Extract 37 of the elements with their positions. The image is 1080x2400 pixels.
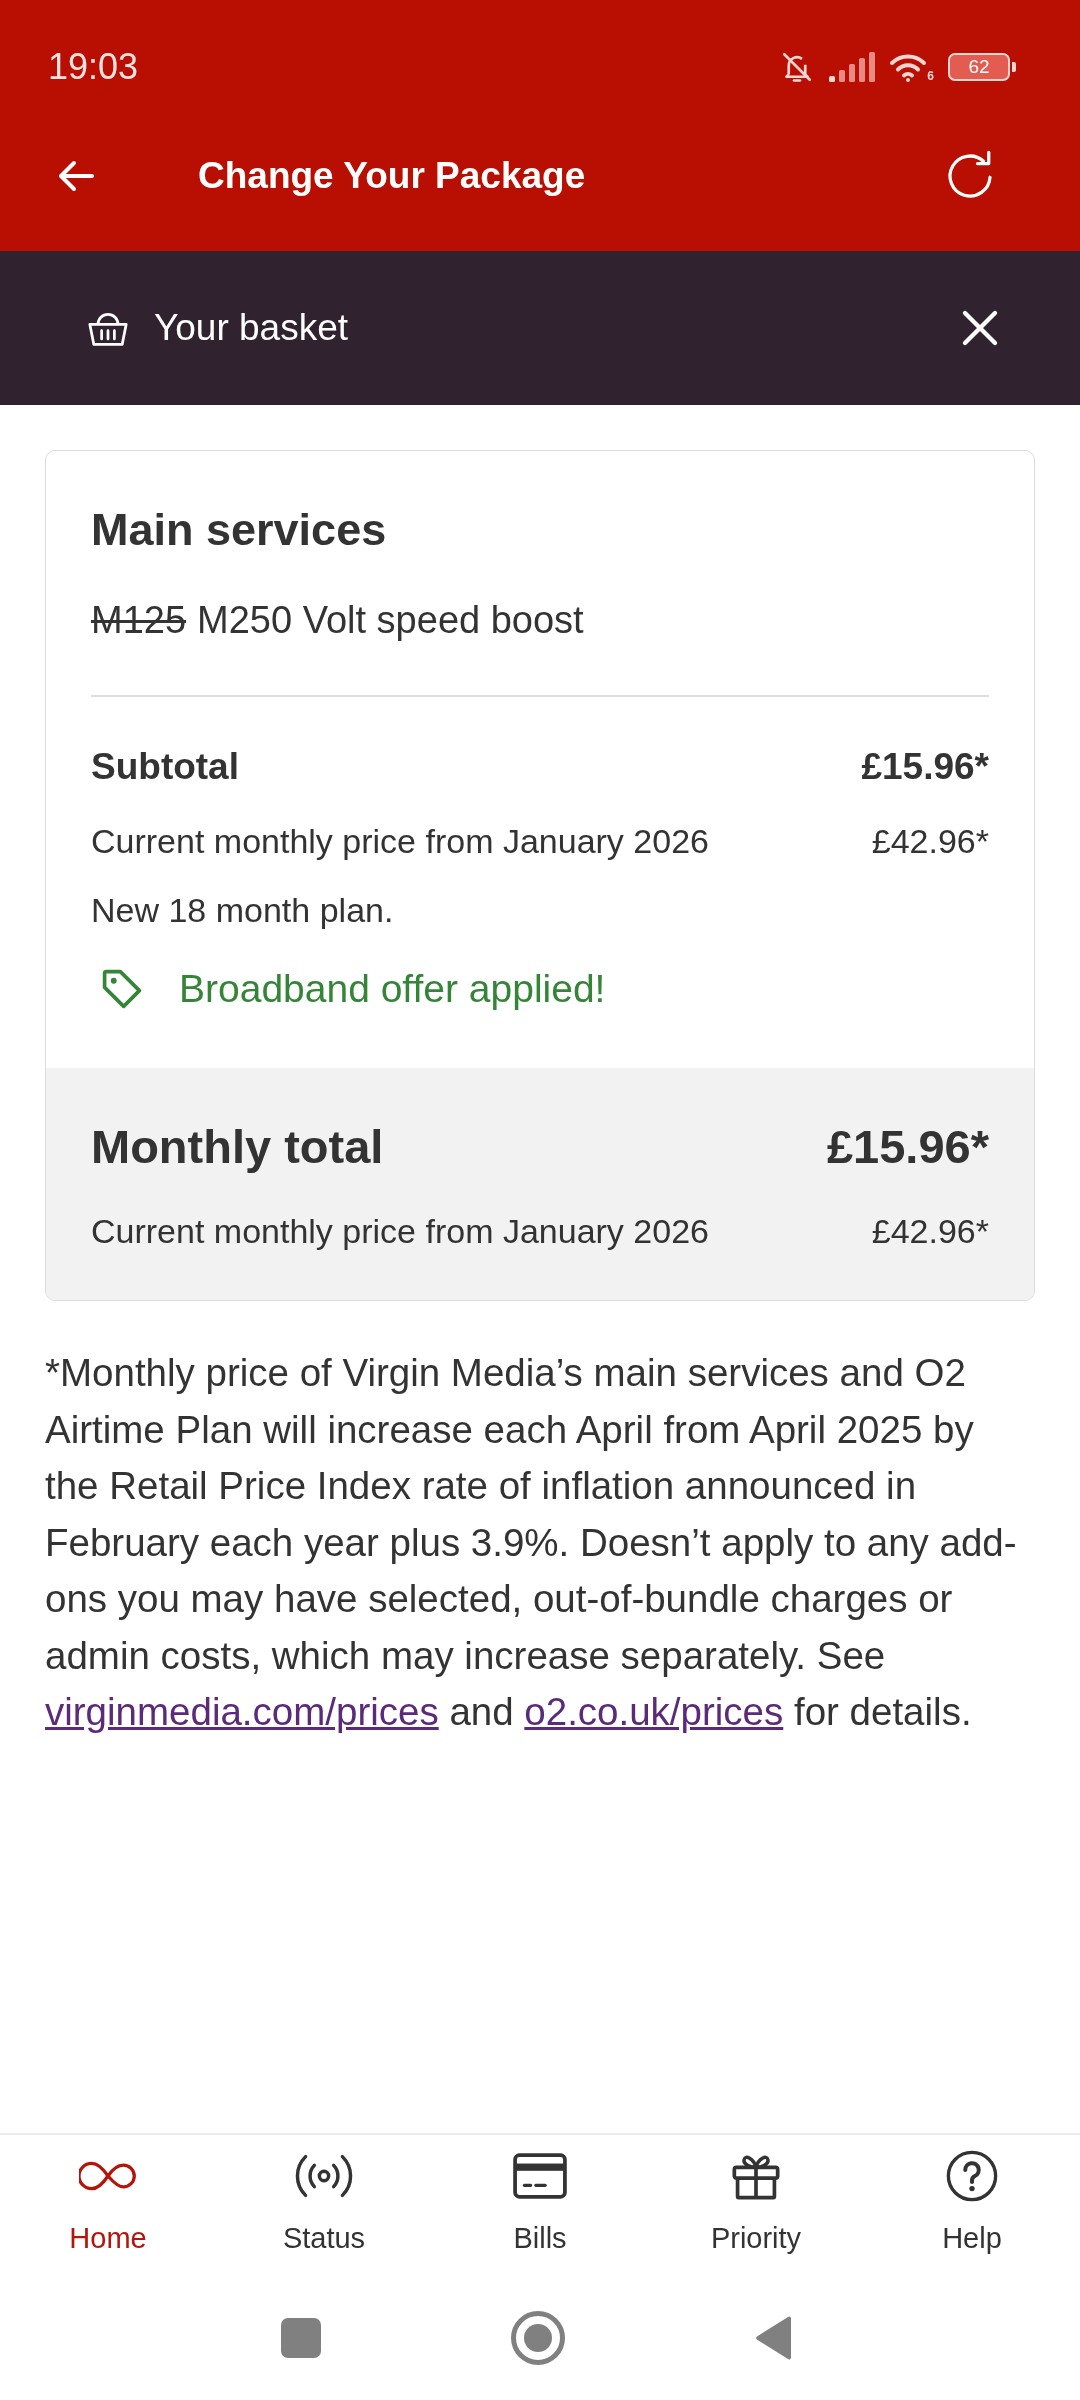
bottom-nav-tab[interactable]: Bills [513, 2150, 567, 2256]
bottom-nav-tab[interactable]: Help [942, 2150, 1002, 2256]
prices-link[interactable]: virginmedia.com/prices [45, 1690, 439, 1733]
tag-icon [100, 967, 144, 1011]
offer-applied-text: Broadband offer applied! [179, 966, 606, 1012]
back-triangle-icon[interactable] [755, 2315, 793, 2360]
page-title: Change Your Package [198, 154, 586, 198]
price-footnote: *Monthly price of Virgin Media’s main services and O2 Airtime Plan will increase each April from April 2025 by the Retail Price Index rate of inflation announced in February each year plus 3.9%. Doesn’t apply to any add-ons you may have selected, out-of-bundle charges or admin costs, which may increase separately. See virginmedia.com/prices and o2.co.uk/prices for details. [45, 1350, 1018, 1735]
status-time: 19:03 [48, 45, 139, 89]
monthly-total-label: Monthly total [91, 1119, 384, 1175]
section-title: Main services [91, 503, 388, 557]
credit-card-icon [513, 2153, 567, 2199]
help-icon [945, 2149, 999, 2203]
wifi-standard-label: 6 [927, 70, 934, 82]
current-price: £42.96* [871, 1211, 989, 1252]
bottom-nav-tab[interactable]: Priority [710, 2150, 802, 2256]
infinity-icon [79, 2159, 137, 2193]
subtotal-price: £15.96* [861, 745, 989, 789]
close-icon [960, 308, 1000, 348]
plan-note: New 18 month plan. [91, 890, 395, 931]
bottom-nav-tab[interactable]: Home [69, 2150, 147, 2256]
current-price-label: Current monthly price from January 2026 [91, 1211, 709, 1252]
basket-title: Your basket [154, 306, 349, 350]
home-circle-icon[interactable] [511, 2310, 565, 2365]
subtotal-label: Subtotal [91, 745, 239, 789]
broadcast-icon [293, 2152, 355, 2200]
current-price: £42.96* [871, 821, 989, 862]
bottom-nav-tab[interactable]: Status [282, 2150, 366, 2256]
signal-bars-icon [829, 52, 876, 82]
prices-link[interactable]: o2.co.uk/prices [524, 1690, 784, 1733]
new-package-name: M250 Volt speed boost [197, 598, 584, 643]
wifi-icon [889, 52, 928, 82]
recents-square-icon[interactable] [281, 2317, 321, 2358]
previous-package-name: M125 [91, 598, 187, 643]
current-price-label: Current monthly price from January 2026 [91, 821, 709, 862]
monthly-total-price: £15.96* [826, 1119, 989, 1175]
battery-percentage: 62 [968, 57, 990, 77]
